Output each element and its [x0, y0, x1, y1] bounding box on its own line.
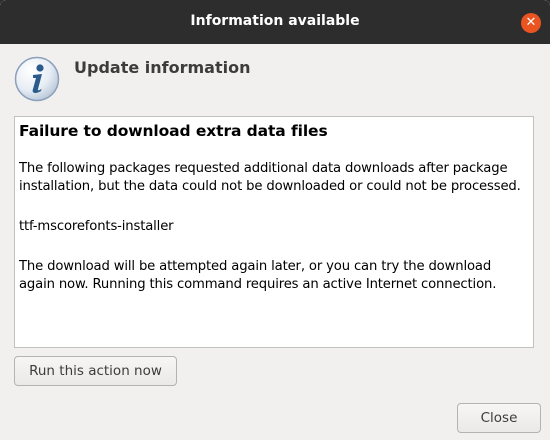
info-icon: [14, 56, 60, 102]
details-paragraph-2: The download will be attempted again lat…: [19, 259, 497, 292]
details-paragraph-1: The following packages requested additio…: [19, 161, 521, 194]
titlebar: Information available ✕: [0, 0, 550, 44]
close-button[interactable]: Close: [457, 403, 541, 433]
close-window-icon[interactable]: ✕: [521, 13, 541, 33]
details-heading: Failure to download extra data files: [19, 122, 328, 140]
details-textbox[interactable]: Failure to download extra data files The…: [14, 116, 534, 348]
dialog-header: Update information: [74, 58, 251, 77]
package-name: ttf-mscorefonts-installer: [19, 219, 174, 234]
window-title: Information available: [190, 13, 360, 29]
run-action-button[interactable]: Run this action now: [14, 356, 177, 386]
dialog-window: Information available ✕ Update informati…: [0, 0, 550, 440]
